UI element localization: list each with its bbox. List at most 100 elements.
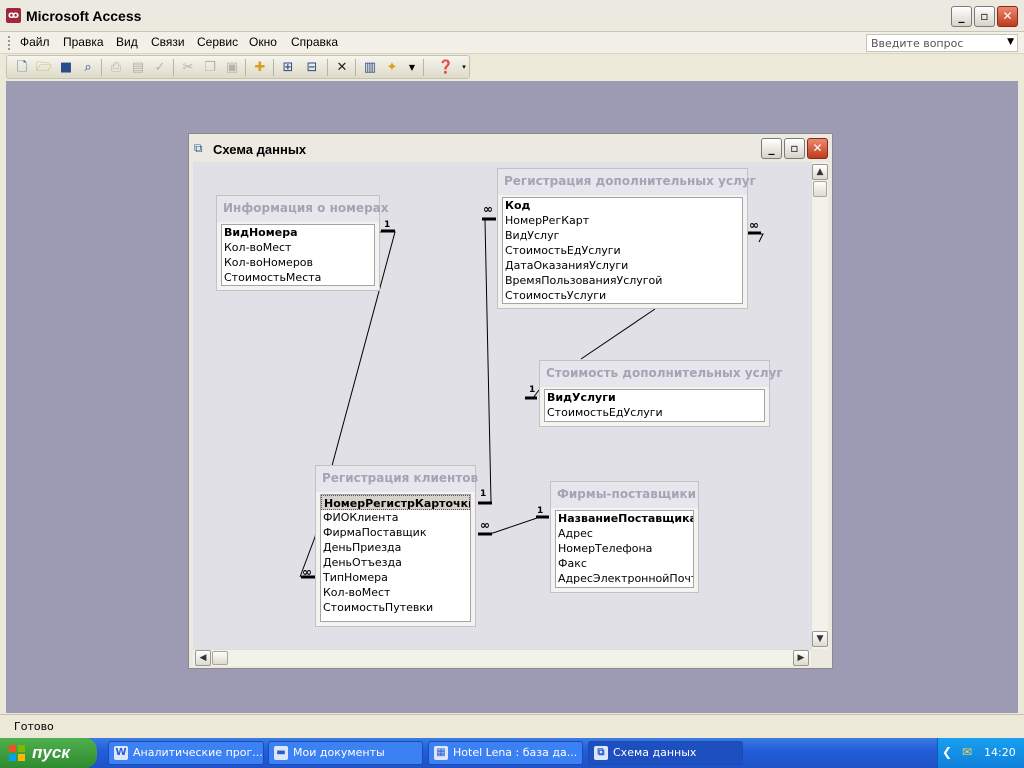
field-item[interactable]: ФИОКлиента: [321, 510, 470, 525]
mail-icon[interactable]: ✉: [962, 745, 972, 759]
new-icon[interactable]: 🗋: [13, 59, 31, 76]
taskbar-item-label: Hotel Lena : база да...: [453, 746, 578, 759]
close-button[interactable]: ✕: [997, 6, 1018, 27]
cut-icon[interactable]: ✂: [179, 59, 197, 76]
relationships-window: ⧉ Схема данных _ ▫ ✕ 1 ∞ 1 ∞ ∞ 1 ∞ 1 Инф…: [188, 133, 833, 669]
field-item[interactable]: ФирмаПоставщик: [321, 525, 470, 540]
taskbar-item[interactable]: W Аналитические прог...: [108, 741, 264, 765]
field-item[interactable]: СтоимостьУслуги: [503, 288, 742, 303]
relationships-canvas[interactable]: 1 ∞ 1 ∞ ∞ 1 ∞ 1 Информация о номерах Вид…: [193, 162, 811, 649]
print-icon[interactable]: ⎙: [107, 59, 125, 76]
minimize-button[interactable]: _: [951, 6, 972, 27]
table-suppliers[interactable]: Фирмы-поставщики НазваниеПоставщика Адре…: [550, 481, 699, 593]
child-close-button[interactable]: ✕: [807, 138, 828, 159]
maximize-button[interactable]: ▫: [974, 6, 995, 27]
table-title[interactable]: Стоимость дополнительных услуг: [540, 361, 783, 387]
show-table-icon[interactable]: ✚: [251, 59, 269, 76]
relation-clients-services: [478, 219, 496, 503]
table-title[interactable]: Регистрация дополнительных услуг: [498, 169, 756, 195]
field-item[interactable]: Адрес: [556, 526, 693, 541]
access-key-icon[interactable]: ꝏ: [6, 8, 21, 23]
relation-label-one: 1: [480, 489, 487, 499]
preview-icon[interactable]: ▤: [129, 59, 147, 76]
chevron-down-icon[interactable]: ▼: [1007, 37, 1014, 47]
horizontal-scrollbar[interactable]: ◀ ▶: [193, 649, 811, 666]
scroll-up-icon[interactable]: ▲: [812, 164, 828, 180]
start-label: пуск: [32, 743, 70, 762]
field-item[interactable]: АдресЭлектроннойПочты: [556, 571, 693, 586]
field-item[interactable]: ВидУслуг: [503, 228, 742, 243]
field-list: ВидУслуги СтоимостьЕдУслуги: [544, 389, 765, 422]
paste-icon[interactable]: ▣: [223, 59, 241, 76]
tray-collapse-icon[interactable]: ❮: [942, 745, 952, 759]
toolbar-options-icon[interactable]: ▾: [459, 59, 469, 76]
save-icon[interactable]: ■: [57, 59, 75, 76]
field-item[interactable]: ВидНомера: [222, 225, 374, 240]
field-item[interactable]: Кол-воНомеров: [222, 255, 374, 270]
scroll-down-icon[interactable]: ▼: [812, 631, 828, 647]
field-item[interactable]: Кол-воМест: [222, 240, 374, 255]
field-item[interactable]: СтоимостьМеста: [222, 270, 374, 285]
menu-edit[interactable]: Правка: [63, 35, 104, 49]
table-services[interactable]: Регистрация дополнительных услуг Код Ном…: [497, 168, 756, 309]
field-item-selected[interactable]: НомерРегистрКарточки: [321, 495, 470, 510]
field-item[interactable]: ВремяПользованияУслугой: [503, 273, 742, 288]
database-window-icon[interactable]: ▥: [361, 59, 379, 76]
menu-relations[interactable]: Связи: [151, 35, 185, 49]
table-title[interactable]: Фирмы-поставщики: [551, 482, 698, 508]
relation-label-many: ∞: [749, 218, 759, 232]
field-item[interactable]: ТипНомера: [321, 570, 470, 585]
scroll-left-icon[interactable]: ◀: [195, 650, 211, 666]
delete-icon[interactable]: ✕: [333, 59, 351, 76]
help-icon[interactable]: ❓: [437, 59, 455, 76]
field-item[interactable]: ДеньПриезда: [321, 540, 470, 555]
horizontal-scroll-thumb[interactable]: [212, 651, 228, 665]
ask-question-input[interactable]: Введите вопрос ▼: [866, 34, 1018, 52]
field-item[interactable]: НомерРегКарт: [503, 213, 742, 228]
relation-label-many: ∞: [302, 565, 312, 579]
field-item[interactable]: СтоимостьПутевки: [321, 600, 470, 615]
child-maximize-button[interactable]: ▫: [784, 138, 805, 159]
taskbar-item[interactable]: ▦ Hotel Lena : база да...: [428, 741, 583, 765]
menu-grip-icon[interactable]: [8, 36, 11, 50]
ask-question-placeholder: Введите вопрос: [871, 37, 964, 50]
field-item[interactable]: ВидУслуги: [545, 390, 764, 405]
search-icon[interactable]: ⌕: [79, 59, 97, 76]
table-title[interactable]: Информация о номерах: [217, 196, 389, 222]
menu-tools[interactable]: Сервис: [197, 35, 238, 49]
field-item[interactable]: Факс: [556, 556, 693, 571]
copy-icon[interactable]: ❐: [201, 59, 219, 76]
relation-label-one: 1: [529, 385, 536, 395]
field-item[interactable]: СтоимостьЕдУслуги: [545, 405, 764, 420]
spelling-icon[interactable]: ✓: [151, 59, 169, 76]
field-item[interactable]: Кол-воМест: [321, 585, 470, 600]
chevron-down-icon[interactable]: ▼: [403, 59, 421, 76]
table-service-cost[interactable]: Стоимость дополнительных услуг ВидУслуги…: [539, 360, 783, 427]
relationships-icon[interactable]: ⧉: [194, 141, 209, 155]
all-relations-icon[interactable]: ⊟: [303, 59, 321, 76]
field-item[interactable]: НомерТелефона: [556, 541, 693, 556]
child-minimize-button[interactable]: _: [761, 138, 782, 159]
new-object-icon[interactable]: ✦: [383, 59, 401, 76]
field-item[interactable]: НазваниеПоставщика: [556, 511, 693, 526]
table-rooms[interactable]: Информация о номерах ВидНомера Кол-воМес…: [216, 195, 389, 291]
vertical-scrollbar[interactable]: ▲ ▼: [811, 162, 828, 649]
menu-help[interactable]: Справка: [291, 35, 338, 49]
table-clients[interactable]: Регистрация клиентов НомерРегистрКарточк…: [315, 465, 478, 627]
scroll-right-icon[interactable]: ▶: [793, 650, 809, 666]
direct-relations-icon[interactable]: ⊞: [279, 59, 297, 76]
table-title[interactable]: Регистрация клиентов: [316, 466, 478, 492]
taskbar-item-active[interactable]: ⧉ Схема данных: [588, 741, 743, 765]
field-item[interactable]: ДатаОказанияУслуги: [503, 258, 742, 273]
field-list: ВидНомера Кол-воМест Кол-воНомеров Стоим…: [221, 224, 375, 286]
field-item[interactable]: ДеньОтъезда: [321, 555, 470, 570]
menu-window[interactable]: Окно: [249, 35, 277, 49]
menu-view[interactable]: Вид: [116, 35, 138, 49]
vertical-scroll-thumb[interactable]: [813, 181, 827, 197]
start-button[interactable]: пуск: [0, 738, 97, 768]
taskbar-item[interactable]: ▬ Мои документы: [268, 741, 423, 765]
field-item[interactable]: СтоимостьЕдУслуги: [503, 243, 742, 258]
field-item[interactable]: Код: [503, 198, 742, 213]
menu-file[interactable]: Файл: [20, 35, 50, 49]
open-icon[interactable]: 🗁: [35, 59, 53, 76]
